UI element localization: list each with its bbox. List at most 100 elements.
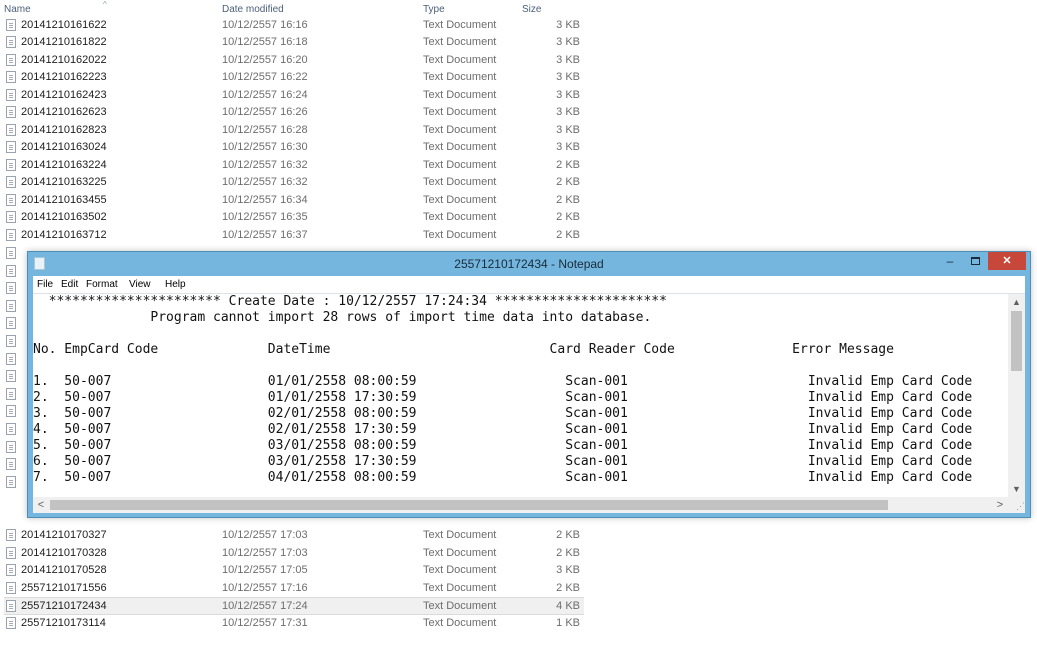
file-row[interactable]: 20141210162623 10/12/2557 16:26 Text Docum… xyxy=(4,104,584,121)
text-line: 1. 50-007 01/01/2558 08:00:59 Scan-001 I… xyxy=(33,374,973,389)
text-line: Program cannot import 28 rows of import … xyxy=(33,310,652,325)
file-row[interactable]: 25571210172434 10/12/2557 17:24 Text Docum… xyxy=(4,597,584,615)
file-row[interactable]: 20141210162423 10/12/2557 16:24 Text Docum… xyxy=(4,87,584,104)
file-row[interactable]: 20141210162823 10/12/2557 16:28 Text Docum… xyxy=(4,122,584,139)
file-date-modified: 10/12/2557 16:22 xyxy=(222,71,308,83)
menu-help[interactable]: Help xyxy=(165,279,186,290)
file-row[interactable]: 20141210163712 10/12/2557 16:37 Text Docum… xyxy=(4,227,584,244)
file-size: 3 KB xyxy=(556,19,580,31)
file-row[interactable]: 25571210173114 10/12/2557 17:31 Text Docum… xyxy=(4,615,584,632)
file-size: 3 KB xyxy=(556,124,580,136)
text-area[interactable]: ********************** Create Date : 10/… xyxy=(33,294,1008,497)
horizontal-scrollbar[interactable]: < > xyxy=(33,497,1008,513)
vertical-scrollbar[interactable]: ▲ ▼ xyxy=(1008,294,1025,497)
file-row[interactable]: 20141210170528 10/12/2557 17:05 Text Docum… xyxy=(4,562,584,579)
text-file-icon xyxy=(6,159,16,171)
file-size: 2 KB xyxy=(556,159,580,171)
file-size: 3 KB xyxy=(556,141,580,153)
file-date-modified: 10/12/2557 16:34 xyxy=(222,194,308,206)
file-name: 20141210163502 xyxy=(21,211,107,223)
file-name: 20141210163712 xyxy=(21,229,107,241)
file-date-modified: 10/12/2557 16:26 xyxy=(222,106,308,118)
file-row[interactable]: 25571210171556 10/12/2557 17:16 Text Docum… xyxy=(4,580,584,597)
file-date-modified: 10/12/2557 17:16 xyxy=(222,582,308,594)
scroll-down-icon[interactable]: ▼ xyxy=(1008,481,1025,497)
file-row[interactable]: 20141210170328 10/12/2557 17:03 Text Docum… xyxy=(4,545,584,562)
file-date-modified: 10/12/2557 16:20 xyxy=(222,54,308,66)
file-size: 2 KB xyxy=(556,229,580,241)
text-file-icon xyxy=(6,458,16,471)
file-date-modified: 10/12/2557 16:28 xyxy=(222,124,308,136)
file-date-modified: 10/12/2557 17:24 xyxy=(222,600,308,612)
notepad-titlebar[interactable]: 25571210172434 - Notepad – ✕ xyxy=(28,252,1030,276)
file-row[interactable]: 20141210170327 10/12/2557 17:03 Text Docum… xyxy=(4,527,584,544)
scroll-right-icon[interactable]: > xyxy=(992,497,1008,513)
file-date-modified: 10/12/2557 16:35 xyxy=(222,211,308,223)
file-type: Text Document xyxy=(423,617,497,629)
scroll-left-icon[interactable]: < xyxy=(33,497,49,513)
menu-bar: File Edit Format View Help xyxy=(33,276,1025,294)
text-file-icon xyxy=(6,370,16,383)
text-line: 7. 50-007 04/01/2558 08:00:59 Scan-001 I… xyxy=(33,470,973,485)
file-date-modified: 10/12/2557 17:31 xyxy=(222,617,308,629)
file-size: 3 KB xyxy=(556,564,580,576)
file-size: 4 KB xyxy=(556,600,580,612)
menu-file[interactable]: File xyxy=(37,279,53,290)
column-header-name[interactable]: Name xyxy=(4,4,31,15)
column-header-date-modified[interactable]: Date modified xyxy=(222,4,284,15)
text-file-icon xyxy=(6,176,16,188)
text-file-icon xyxy=(6,299,16,312)
text-file-icon xyxy=(6,229,16,241)
file-name: 20141210162223 xyxy=(21,71,107,83)
file-type: Text Document xyxy=(423,229,497,241)
file-row[interactable]: 20141210163024 10/12/2557 16:30 Text Docum… xyxy=(4,139,584,156)
file-name: 20141210170328 xyxy=(21,547,107,559)
minimize-button[interactable]: – xyxy=(942,255,958,269)
menu-format[interactable]: Format xyxy=(86,279,118,290)
file-type: Text Document xyxy=(423,547,497,559)
file-size: 2 KB xyxy=(556,194,580,206)
file-row[interactable]: 20141210163225 10/12/2557 16:32 Text Docum… xyxy=(4,174,584,191)
file-type: Text Document xyxy=(423,89,497,101)
file-type: Text Document xyxy=(423,582,497,594)
text-file-icon xyxy=(6,335,16,347)
maximize-button[interactable] xyxy=(971,257,980,265)
size-grip-icon[interactable]: ⋰ xyxy=(1008,497,1025,513)
file-date-modified: 10/12/2557 16:32 xyxy=(222,159,308,171)
file-row[interactable]: 20141210161822 10/12/2557 16:18 Text Docum… xyxy=(4,34,584,51)
file-row[interactable]: 20141210162223 10/12/2557 16:22 Text Docum… xyxy=(4,69,584,86)
file-row[interactable]: 20141210161622 10/12/2557 16:16 Text Docum… xyxy=(4,17,584,34)
text-file-icon xyxy=(6,440,16,453)
notepad-window[interactable]: 25571210172434 - Notepad – ✕ File Edit F… xyxy=(27,251,1031,518)
text-file-icon xyxy=(6,36,16,48)
file-row[interactable]: 20141210163455 10/12/2557 16:34 Text Docum… xyxy=(4,192,584,209)
text-file-icon xyxy=(6,475,16,488)
file-name: 20141210162022 xyxy=(21,54,107,66)
vertical-scroll-thumb[interactable] xyxy=(1011,311,1022,371)
horizontal-scroll-thumb[interactable] xyxy=(50,500,888,510)
file-name: 20141210162623 xyxy=(21,106,107,118)
file-name: 25571210172434 xyxy=(21,600,107,612)
text-file-icon xyxy=(6,600,16,612)
file-row[interactable]: 20141210163502 10/12/2557 16:35 Text Docum… xyxy=(4,209,584,226)
file-date-modified: 10/12/2557 16:24 xyxy=(222,89,308,101)
text-file-icon xyxy=(6,71,16,83)
menu-view[interactable]: View xyxy=(129,279,151,290)
file-size: 3 KB xyxy=(556,36,580,48)
file-type: Text Document xyxy=(423,564,497,576)
close-button[interactable]: ✕ xyxy=(988,252,1026,270)
text-file-icon xyxy=(6,617,16,629)
file-row[interactable]: 20141210162022 10/12/2557 16:20 Text Docum… xyxy=(4,52,584,69)
column-header-size[interactable]: Size xyxy=(522,4,541,15)
scroll-up-icon[interactable]: ▲ xyxy=(1008,294,1025,310)
text-file-icon xyxy=(6,211,16,223)
file-row[interactable]: 20141210163224 10/12/2557 16:32 Text Docum… xyxy=(4,157,584,174)
menu-edit[interactable]: Edit xyxy=(61,279,78,290)
file-name: 20141210161622 xyxy=(21,19,107,31)
file-size: 2 KB xyxy=(556,547,580,559)
column-header-type[interactable]: Type xyxy=(423,4,445,15)
file-name: 20141210170528 xyxy=(21,564,107,576)
file-type: Text Document xyxy=(423,36,497,48)
file-size: 2 KB xyxy=(556,176,580,188)
file-date-modified: 10/12/2557 16:37 xyxy=(222,229,308,241)
